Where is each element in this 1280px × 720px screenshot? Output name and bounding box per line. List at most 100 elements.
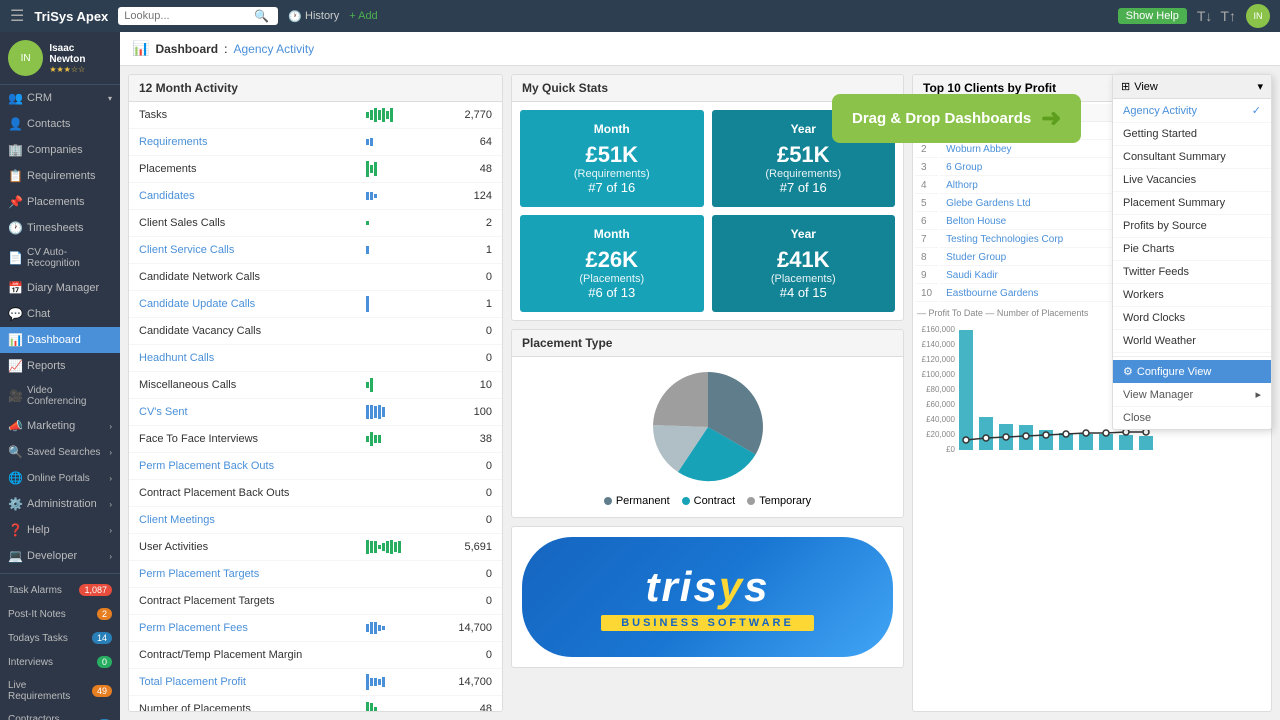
sidebar-todays-tasks[interactable]: Todays Tasks 14 [0,626,120,650]
configure-view-button[interactable]: ⚙ Configure View [1113,360,1271,383]
list-item: Perm Placement Targets0 [129,561,502,588]
dropdown-word-clocks[interactable]: Word Clocks [1113,307,1271,330]
list-item: Total Placement Profit14,700 [129,669,502,696]
sidebar-item-portals[interactable]: 🌐 Online Portals › [0,465,120,491]
chevron-right-icon2: › [109,448,112,457]
sidebar-post-it-notes[interactable]: Post-It Notes 2 [0,602,120,626]
todays-tasks-badge: 14 [92,632,112,644]
list-item: Miscellaneous Calls10 [129,372,502,399]
stat-rank-4: #4 of 15 [724,285,884,300]
user-stars: ★★★☆☆ [49,65,112,74]
stat-amount-1: £51K [532,142,692,168]
pie-chart [628,367,788,487]
dashboard-icon: 📊 [8,333,22,347]
user-name: Isaac Newton [49,43,112,65]
sidebar-contractors[interactable]: Contractors Working 6 [0,708,120,720]
svg-text:£120,000: £120,000 [922,355,956,364]
requirements-icon: 📋 [8,169,22,183]
sidebar-item-marketing[interactable]: 📣 Marketing › [0,413,120,439]
sidebar-interviews[interactable]: Interviews 0 [0,650,120,674]
app-logo: TriSys Apex [34,9,108,24]
stat-amount-4: £41K [724,247,884,273]
list-item: Perm Placement Fees14,700 [129,615,502,642]
dot-7 [1083,430,1089,436]
stat-period-4: Year [724,227,884,241]
sidebar-item-crm[interactable]: 👥 CRM ▾ [0,85,120,111]
dot-6 [1063,431,1069,437]
reports-icon: 📈 [8,359,22,373]
bar-eastbourne [1139,436,1153,450]
search-input[interactable] [124,10,254,22]
trisys-dot: y [719,563,744,610]
sidebar-task-alarms[interactable]: Task Alarms 1,087 [0,578,120,602]
sidebar-item-developer[interactable]: 💻 Developer › [0,543,120,569]
bar-woburn [979,417,993,450]
font-decrease-icon[interactable]: T↓ [1197,8,1213,24]
sidebar-item-requirements[interactable]: 📋 Requirements [0,163,120,189]
activity-panel: 12 Month Activity Tasks2,770Requirements… [128,74,503,712]
sidebar-item-cv-auto[interactable]: 📄 CV Auto-Recognition [0,241,120,275]
stat-rank-1: #7 of 16 [532,180,692,195]
dropdown-agency-activity[interactable]: Agency Activity ✓ [1113,99,1271,123]
configure-icon: ⚙ [1123,365,1133,378]
view-button[interactable]: ⊞ View ▾ [1113,75,1271,99]
sidebar-live-requirements[interactable]: Live Requirements 49 [0,674,120,708]
stat-desc-2: (Requirements) [724,168,884,180]
dropdown-consultant-summary[interactable]: Consultant Summary [1113,146,1271,169]
dropdown-workers[interactable]: Workers [1113,284,1271,307]
content-body: 12 Month Activity Tasks2,770Requirements… [120,66,1280,720]
sidebar-item-chat[interactable]: 💬 Chat [0,301,120,327]
svg-text:£20,000: £20,000 [926,430,955,439]
marketing-icon: 📣 [8,419,22,433]
sidebar-user: IN Isaac Newton ★★★☆☆ [0,32,120,85]
sidebar-item-diary[interactable]: 📅 Diary Manager [0,275,120,301]
sidebar-item-dashboard[interactable]: 📊 Dashboard [0,327,120,353]
sidebar-item-admin[interactable]: ⚙️ Administration › [0,491,120,517]
view-manager-button[interactable]: View Manager ▸ [1113,383,1271,407]
hamburger-icon[interactable]: ☰ [10,6,24,26]
dropdown-pie-charts[interactable]: Pie Charts [1113,238,1271,261]
sidebar-item-companies[interactable]: 🏢 Companies [0,137,120,163]
svg-text:£60,000: £60,000 [926,400,955,409]
sidebar-item-placements[interactable]: 📌 Placements [0,189,120,215]
dnd-text: Drag & Drop Dashboards [852,110,1031,127]
trisys-logo-panel: trisys BUSINESS SOFTWARE [511,526,904,668]
svg-text:£0: £0 [946,445,955,454]
history-button[interactable]: 🕐 History [288,10,339,23]
placement-type-panel: Placement Type Permanent [511,329,904,518]
dropdown-getting-started[interactable]: Getting Started [1113,123,1271,146]
show-help-button[interactable]: Show Help [1118,8,1187,24]
user-avatar-top[interactable]: IN [1246,4,1270,28]
svg-text:£80,000: £80,000 [926,385,955,394]
portals-icon: 🌐 [8,471,22,485]
trisys-sub: BUSINESS SOFTWARE [601,615,814,631]
search-icon[interactable]: 🔍 [254,9,269,23]
content-area: 📊 Dashboard : Agency Activity 12 Month A… [120,32,1280,720]
stat-card-month-req: Month £51K (Requirements) #7 of 16 [520,110,704,207]
sidebar-item-video[interactable]: 🎥 Video Conferencing [0,379,120,413]
dot-2 [983,435,989,441]
dropdown-placement-summary[interactable]: Placement Summary [1113,192,1271,215]
svg-text:£40,000: £40,000 [926,415,955,424]
video-icon: 🎥 [8,389,22,403]
font-increase-icon[interactable]: T↑ [1220,8,1236,24]
activity-rows-container: Tasks2,770Requirements64Placements48Cand… [129,102,502,712]
dropdown-world-weather[interactable]: World Weather [1113,330,1271,353]
rank-cell: 3 [915,160,938,176]
add-button[interactable]: + Add [349,10,377,22]
close-button[interactable]: Close [1113,407,1271,429]
sidebar-item-timesheets[interactable]: 🕐 Timesheets [0,215,120,241]
sidebar-item-reports[interactable]: 📈 Reports [0,353,120,379]
sidebar-item-saved-searches[interactable]: 🔍 Saved Searches › [0,439,120,465]
rank-cell: 9 [915,268,938,284]
history-icon: 🕐 [288,10,302,23]
dropdown-live-vacancies[interactable]: Live Vacancies [1113,169,1271,192]
sidebar-item-contacts[interactable]: 👤 Contacts [0,111,120,137]
sidebar-item-help[interactable]: ❓ Help › [0,517,120,543]
stat-period-1: Month [532,122,692,136]
permanent-dot [604,497,612,505]
dropdown-twitter-feeds[interactable]: Twitter Feeds [1113,261,1271,284]
contract-dot [682,497,690,505]
search-box[interactable]: 🔍 [118,7,278,25]
dropdown-profits-by-source[interactable]: Profits by Source [1113,215,1271,238]
